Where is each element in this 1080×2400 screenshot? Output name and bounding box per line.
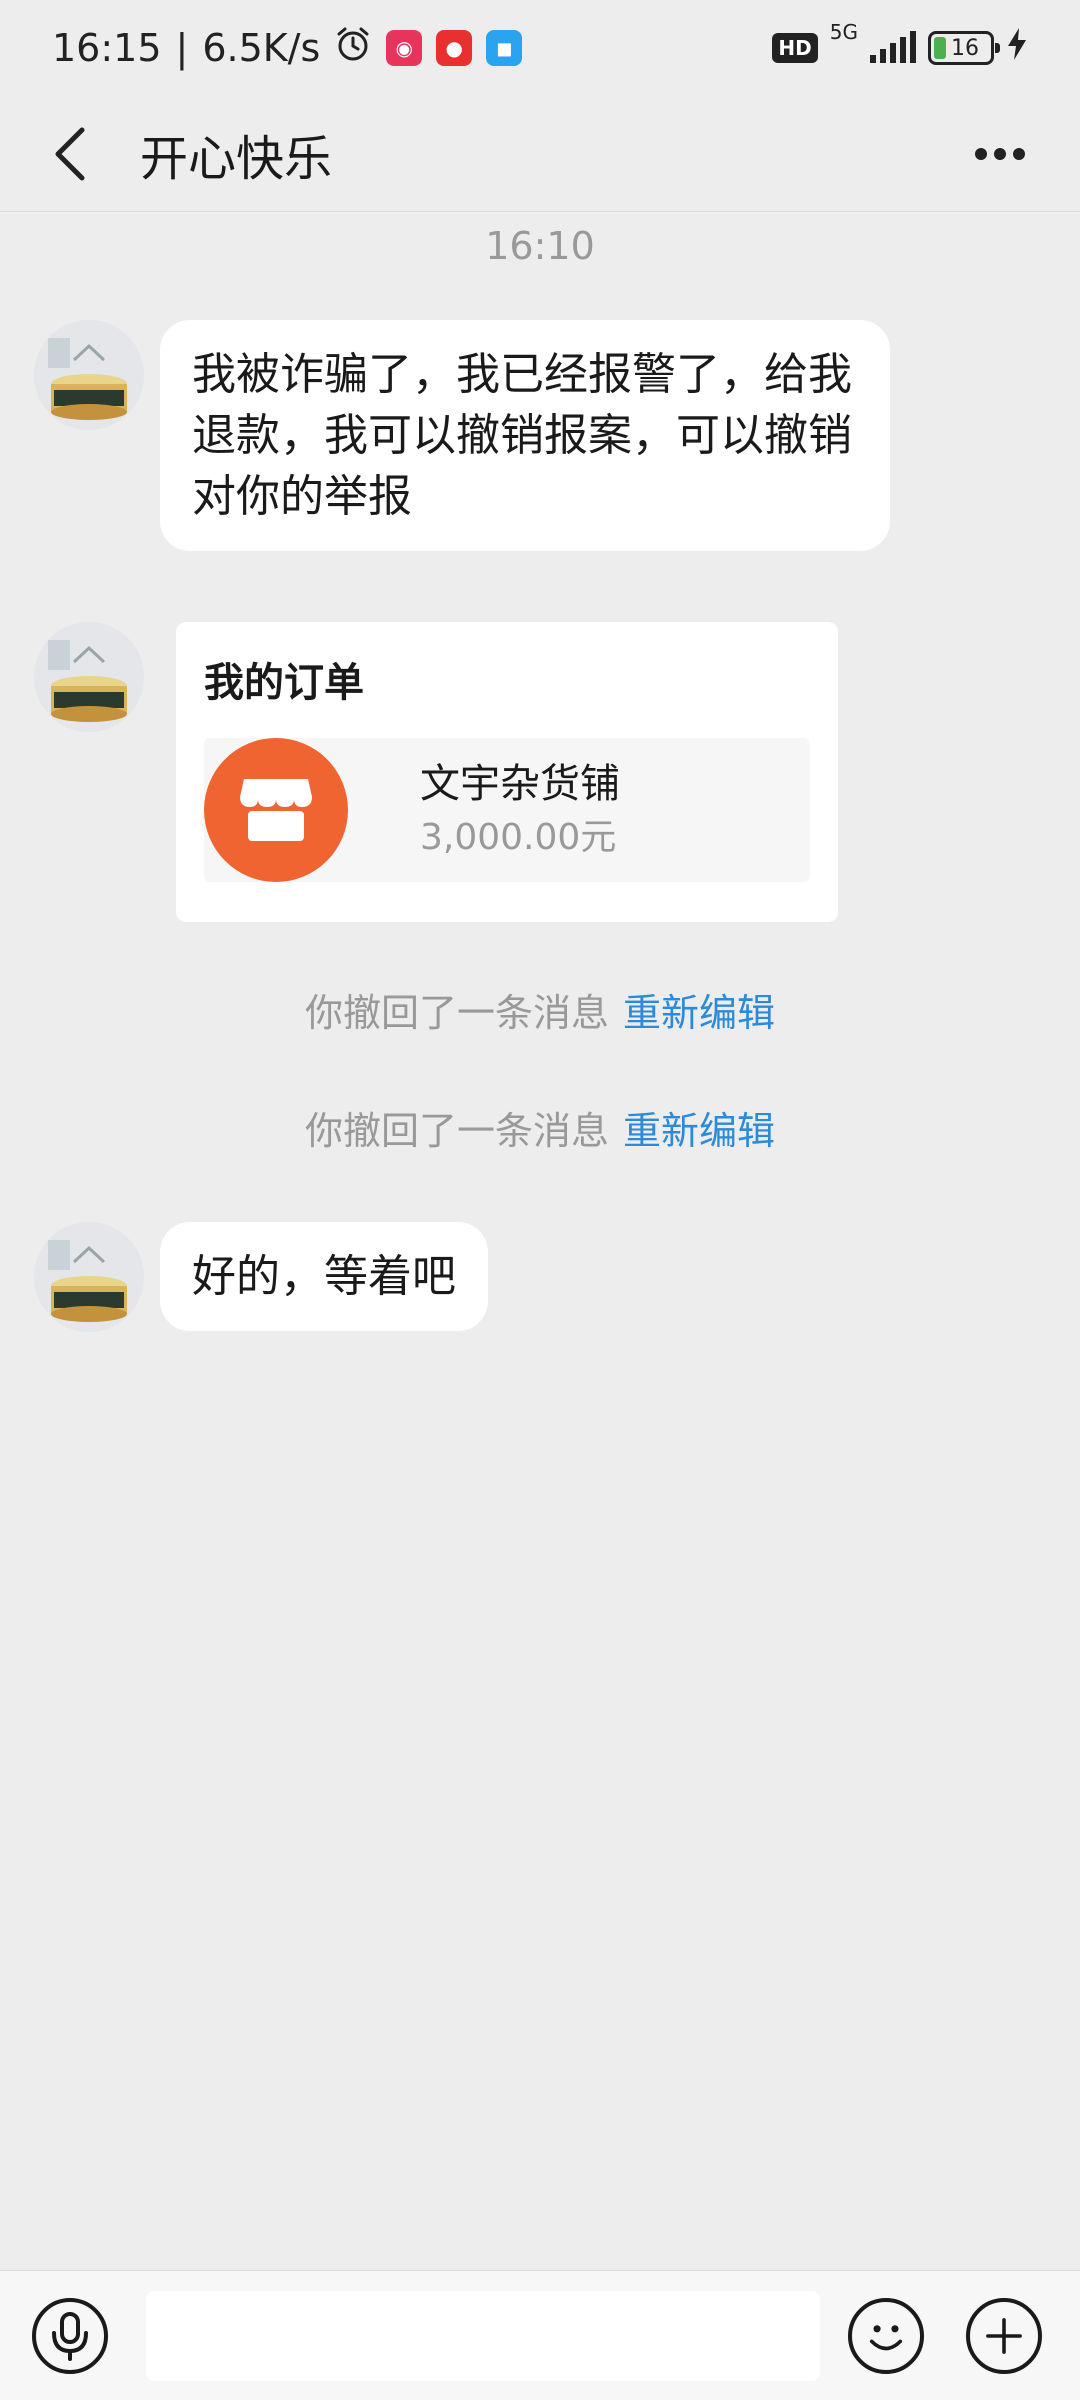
shop-info: 文宇杂货铺 3,000.00元	[420, 756, 620, 864]
order-card-title: 我的订单	[204, 660, 364, 706]
status-time: 16:15	[52, 26, 162, 70]
input-bar	[0, 2270, 1080, 2400]
recall-text: 你撤回了一条消息	[304, 1109, 609, 1153]
message-timestamp: 16:10	[485, 224, 595, 268]
battery-level: 16	[951, 35, 979, 61]
message-bubble-icon: ◼	[486, 30, 523, 66]
red-envelope-icon: ●	[436, 30, 473, 66]
avatar[interactable]	[34, 320, 144, 430]
alarm-icon	[334, 25, 372, 72]
more-dot-icon	[975, 147, 987, 160]
order-card[interactable]: 我的订单 文宇杂货铺 3,000.00元	[176, 622, 838, 922]
avatar[interactable]	[34, 1222, 144, 1332]
status-network-speed: 6.5K/s	[202, 26, 321, 70]
cake-avatar-icon	[34, 320, 144, 430]
shop-name: 文宇杂货铺	[420, 761, 620, 807]
status-bar: 16:15 | 6.5K/s ◉ ● ◼ HD 5G 16	[0, 0, 1080, 96]
voice-button[interactable]	[32, 2298, 108, 2374]
cake-avatar-icon	[34, 1222, 144, 1332]
signal-icon	[870, 31, 916, 63]
app-badge-icon: ◉	[386, 30, 423, 66]
message-text: 好的，等着吧	[192, 1251, 456, 1302]
more-options-button[interactable]	[960, 114, 1040, 194]
emoji-button[interactable]	[848, 2298, 924, 2374]
shop-row[interactable]: 文宇杂货铺 3,000.00元	[204, 738, 810, 882]
message-bubble[interactable]: 我被诈骗了，我已经报警了，给我退款，我可以撤销报案，可以撤销对你的举报	[160, 320, 890, 551]
hd-badge: HD	[772, 33, 818, 63]
smiley-icon	[869, 2325, 903, 2351]
back-button[interactable]	[40, 114, 100, 194]
charging-icon	[1006, 26, 1028, 70]
chat-header: 开心快乐	[0, 96, 1080, 212]
message-text: 我被诈骗了，我已经报警了，给我退款，我可以撤销报案，可以撤销对你的举报	[192, 349, 852, 522]
add-more-button[interactable]	[966, 2298, 1042, 2374]
message-bubble[interactable]: 好的，等着吧	[160, 1222, 488, 1331]
recall-notice: 你撤回了一条消息 重新编辑	[0, 1100, 1080, 1155]
status-left: 16:15 | 6.5K/s ◉ ● ◼	[52, 25, 523, 72]
recall-notice: 你撤回了一条消息 重新编辑	[0, 982, 1080, 1037]
status-right: HD 5G 16	[772, 22, 1028, 70]
cake-avatar-icon	[34, 622, 144, 732]
avatar[interactable]	[34, 622, 144, 732]
chat-title: 开心快乐	[140, 130, 333, 187]
message-input[interactable]	[146, 2291, 820, 2381]
more-dot-icon	[1013, 147, 1025, 160]
status-divider: |	[175, 26, 189, 70]
store-icon	[204, 738, 348, 882]
battery-icon: 16	[928, 31, 1000, 65]
network-type: 5G	[829, 20, 858, 44]
chevron-left-icon	[55, 127, 85, 180]
plus-icon	[986, 2318, 1022, 2354]
microphone-icon	[52, 2312, 88, 2361]
chat-area[interactable]: 16:10 我被诈骗了，我已经报警了，给我退款，我可以撤销报案，可以撤销对你的举…	[0, 212, 1080, 2270]
recall-text: 你撤回了一条消息	[304, 991, 609, 1035]
order-price: 3,000.00元	[420, 817, 617, 858]
re-edit-link[interactable]: 重新编辑	[623, 1109, 775, 1153]
more-dot-icon	[994, 147, 1006, 160]
re-edit-link[interactable]: 重新编辑	[623, 991, 775, 1035]
